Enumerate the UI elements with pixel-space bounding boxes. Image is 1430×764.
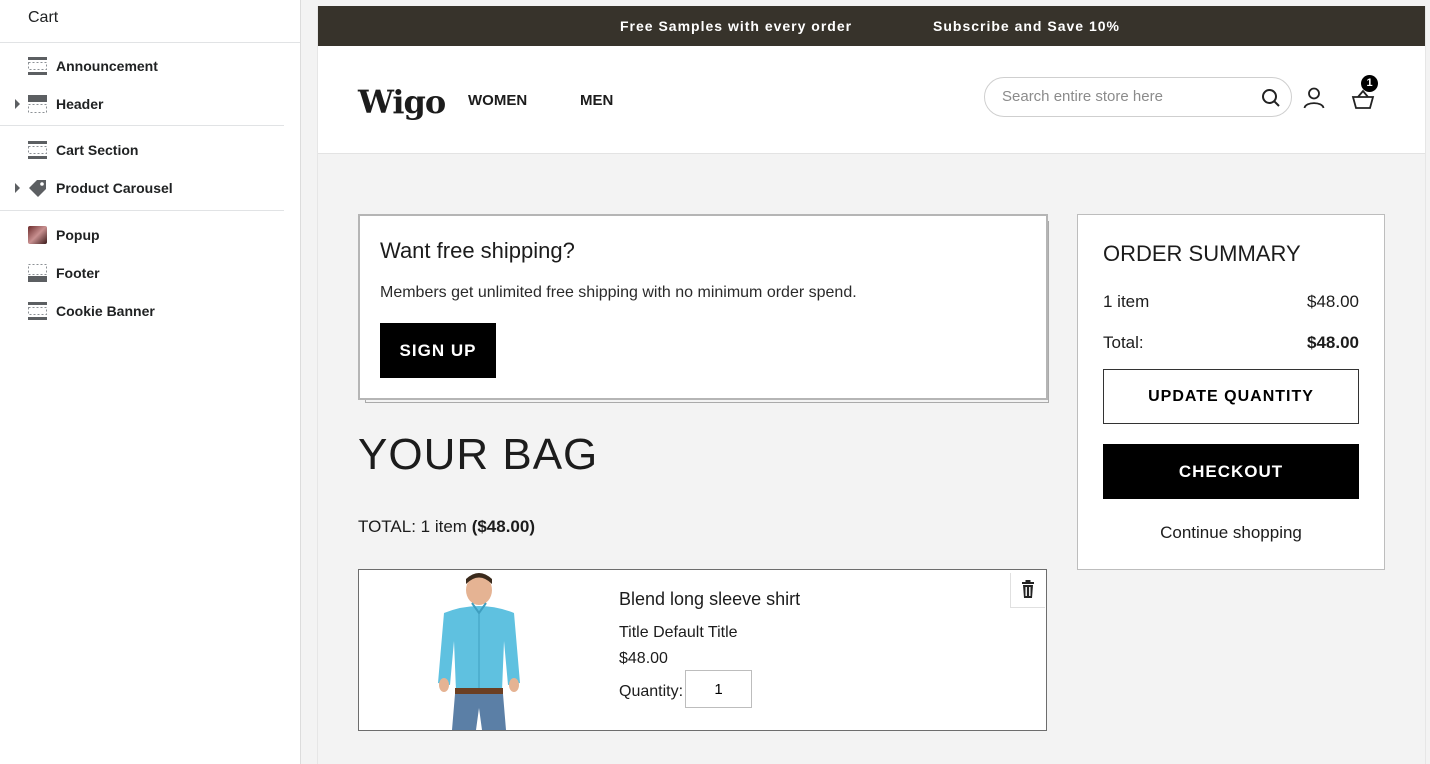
remove-item-button[interactable] <box>1010 573 1045 608</box>
checkout-button[interactable]: CHECKOUT <box>1103 444 1359 499</box>
cart-basket-icon[interactable] <box>1351 88 1375 115</box>
summary-items-value: $48.00 <box>1307 292 1359 311</box>
divider <box>0 42 300 43</box>
product-name[interactable]: Blend long sleeve shirt <box>619 589 800 610</box>
quantity-input[interactable] <box>685 670 752 708</box>
page-title: YOUR BAG <box>358 430 599 479</box>
summary-total-row: Total: $48.00 <box>1103 333 1359 353</box>
summary-total-label: Total: <box>1103 333 1144 352</box>
section-icon <box>28 302 47 320</box>
storefront-preview: Free Samples with every order Subscribe … <box>317 6 1426 764</box>
free-shipping-card: Want free shipping? Members get unlimite… <box>358 214 1048 400</box>
cart-count-badge: 1 <box>1361 75 1378 92</box>
theme-editor-sidebar: Cart Announcement Header Cart Section Pr… <box>0 0 301 764</box>
promo-text: Members get unlimited free shipping with… <box>380 284 857 301</box>
search-box <box>984 77 1292 117</box>
nav-link-men[interactable]: MEN <box>580 92 613 109</box>
divider <box>0 125 284 126</box>
sidebar-group-bottom: Popup Footer Cookie Banner <box>0 216 300 330</box>
sidebar-group-top: Announcement Header <box>0 47 300 123</box>
account-icon[interactable] <box>1303 87 1325 114</box>
sidebar-item-label: Cookie Banner <box>56 303 155 319</box>
tag-icon <box>28 179 47 197</box>
sidebar-item-label: Header <box>56 96 104 112</box>
product-price: $48.00 <box>619 650 668 667</box>
cart-line-item: Blend long sleeve shirt Title Default Ti… <box>358 569 1047 731</box>
section-icon <box>28 141 47 159</box>
product-variant: Title Default Title <box>619 624 738 641</box>
trash-icon <box>1022 580 1034 598</box>
sidebar-item-label: Product Carousel <box>56 180 173 196</box>
sidebar-item-label: Popup <box>56 227 100 243</box>
quantity-label: Quantity: <box>619 683 684 700</box>
sidebar-item-cookie-banner[interactable]: Cookie Banner <box>0 292 300 330</box>
sidebar-group-template: Cart Section Product Carousel <box>0 131 300 207</box>
summary-total-value: $48.00 <box>1307 333 1359 352</box>
expand-caret-icon[interactable] <box>15 99 20 109</box>
sidebar-title: Cart <box>28 9 59 26</box>
store-logo[interactable]: Wigo <box>358 83 446 121</box>
section-icon <box>28 95 47 113</box>
sidebar-item-header[interactable]: Header <box>0 85 300 123</box>
update-quantity-button[interactable]: UPDATE QUANTITY <box>1103 369 1359 424</box>
search-icon[interactable] <box>1261 88 1281 108</box>
sidebar-item-label: Cart Section <box>56 142 139 158</box>
sign-up-button[interactable]: SIGN UP <box>380 323 496 378</box>
nav-link-women[interactable]: WOMEN <box>468 92 527 109</box>
sidebar-item-product-carousel[interactable]: Product Carousel <box>0 169 300 207</box>
order-summary-title: ORDER SUMMARY <box>1103 241 1301 266</box>
bag-total-label: TOTAL: 1 item <box>358 517 472 536</box>
bag-total: TOTAL: 1 item ($48.00) <box>358 517 535 537</box>
summary-items-label: 1 item <box>1103 292 1150 311</box>
expand-caret-icon[interactable] <box>15 183 20 193</box>
announcement-bar: Free Samples with every order Subscribe … <box>318 6 1425 46</box>
sidebar-item-label: Footer <box>56 265 100 281</box>
search-input[interactable] <box>1000 87 1254 106</box>
site-header: Wigo WOMEN MEN 1 <box>318 46 1425 154</box>
announcement-message[interactable]: Free Samples with every order <box>620 18 852 34</box>
bag-total-amount: ($48.00) <box>471 517 536 536</box>
sidebar-item-footer[interactable]: Footer <box>0 254 300 292</box>
sidebar-item-announcement[interactable]: Announcement <box>0 47 300 85</box>
summary-items-row: 1 item $48.00 <box>1103 292 1359 312</box>
sidebar-item-cart-section[interactable]: Cart Section <box>0 131 300 169</box>
sidebar-item-label: Announcement <box>56 58 158 74</box>
announcement-message[interactable]: Subscribe and Save 10% <box>933 18 1120 34</box>
section-icon <box>28 264 47 282</box>
popup-thumbnail-icon <box>28 226 47 244</box>
sidebar-item-popup[interactable]: Popup <box>0 216 300 254</box>
continue-shopping-link[interactable]: Continue shopping <box>1103 523 1359 543</box>
section-icon <box>28 57 47 75</box>
product-image[interactable] <box>424 573 534 730</box>
divider <box>0 210 284 211</box>
promo-heading: Want free shipping? <box>380 238 575 263</box>
order-summary: ORDER SUMMARY 1 item $48.00 Total: $48.0… <box>1077 214 1385 570</box>
